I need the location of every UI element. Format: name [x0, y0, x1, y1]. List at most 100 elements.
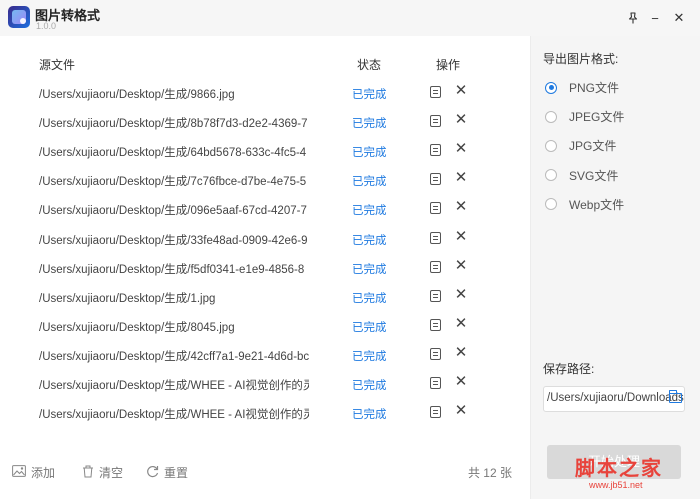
image-icon: [12, 465, 26, 480]
status-badge: 已完成: [352, 263, 387, 276]
title-bar: 图片转格式 1.0.0 − ✕: [0, 0, 700, 36]
column-header-source: 源文件: [39, 58, 76, 72]
delete-icon[interactable]: ✕: [454, 286, 468, 304]
delete-icon[interactable]: ✕: [454, 257, 468, 275]
edit-icon[interactable]: [430, 86, 441, 98]
file-path: /Users/xujiaoru/Desktop/生成/8045.jpg: [39, 321, 235, 334]
file-path: /Users/xujiaoru/Desktop/生成/64bd5678-633c…: [39, 147, 307, 160]
edit-icon[interactable]: [430, 377, 441, 389]
status-badge: 已完成: [352, 176, 387, 189]
format-option[interactable]: Webp文件: [545, 196, 624, 213]
delete-icon[interactable]: ✕: [454, 228, 468, 246]
radio-icon[interactable]: [545, 139, 557, 152]
app-version: 1.0.0: [36, 21, 57, 31]
watermark-title: 脚本之家: [575, 456, 663, 480]
status-badge: 已完成: [352, 380, 387, 392]
file-path: /Users/xujiaoru/Desktop/生成/WHEE - AI视觉创作…: [39, 409, 309, 422]
radio-icon[interactable]: [545, 110, 557, 123]
file-path: /Users/xujiaoru/Desktop/生成/42cff7a1-9e21…: [39, 350, 309, 363]
edit-icon[interactable]: [430, 144, 441, 157]
radio-icon[interactable]: [545, 169, 557, 182]
table-row: /Users/xujiaoru/Desktop/生成/8b78f7d3-d2e2…: [0, 107, 530, 136]
clear-label: 清空: [99, 466, 124, 480]
pin-icon[interactable]: [624, 9, 642, 27]
edit-icon[interactable]: [430, 115, 441, 128]
delete-icon[interactable]: ✕: [454, 402, 468, 420]
format-option-label: SVG文件: [569, 168, 619, 183]
table-row: /Users/xujiaoru/Desktop/生成/9866.jpg 已完成 ✕: [0, 78, 530, 107]
file-count: 共 12 张: [467, 466, 512, 480]
table-row: /Users/xujiaoru/Desktop/生成/WHEE - AI视觉创作…: [0, 398, 530, 427]
format-option[interactable]: PNG文件: [545, 79, 619, 96]
file-path: /Users/xujiaoru/Desktop/生成/1.jpg: [39, 292, 216, 305]
table-row: /Users/xujiaoru/Desktop/生成/33fe48ad-0909…: [0, 224, 530, 253]
status-badge: 已完成: [352, 205, 387, 218]
clear-button[interactable]: 清空: [82, 464, 123, 481]
delete-icon[interactable]: ✕: [454, 111, 468, 129]
table-row: /Users/xujiaoru/Desktop/生成/WHEE - AI视觉创作…: [0, 369, 530, 398]
file-path: /Users/xujiaoru/Desktop/生成/9866.jpg: [39, 89, 235, 101]
format-option-label: PNG文件: [569, 81, 620, 95]
delete-icon[interactable]: ✕: [454, 169, 468, 187]
edit-icon[interactable]: [430, 231, 441, 244]
add-label: 添加: [31, 466, 56, 480]
app-logo-icon: [8, 6, 30, 28]
add-button[interactable]: 添加: [12, 464, 55, 481]
delete-icon[interactable]: ✕: [454, 82, 468, 100]
refresh-icon: [146, 465, 159, 481]
status-badge: 已完成: [352, 234, 387, 247]
file-list-panel: 源文件 状态 操作 /Users/xujiaoru/Desktop/生成/986…: [0, 36, 530, 499]
radio-icon[interactable]: [545, 81, 557, 94]
file-path: /Users/xujiaoru/Desktop/生成/33fe48ad-0909…: [39, 234, 308, 247]
format-option-label: JPG文件: [569, 139, 617, 154]
save-path-input[interactable]: /Users/xujiaoru/Downloads: [543, 386, 685, 412]
status-badge: 已完成: [352, 409, 387, 422]
format-option-label: Webp文件: [569, 197, 625, 212]
edit-icon[interactable]: [430, 260, 441, 273]
edit-icon[interactable]: [430, 406, 441, 419]
column-header-action: 操作: [436, 58, 461, 72]
format-option[interactable]: SVG文件: [545, 167, 618, 184]
delete-icon[interactable]: ✕: [454, 198, 468, 216]
format-label: 导出图片格式:: [543, 52, 619, 66]
status-badge: 已完成: [352, 292, 387, 305]
edit-icon[interactable]: [430, 318, 441, 331]
column-header-status: 状态: [357, 58, 382, 72]
status-badge: 已完成: [352, 89, 387, 101]
reset-label: 重置: [164, 466, 189, 480]
footer-toolbar: 添加 清空 重置 共 12 张: [0, 456, 530, 496]
file-path: /Users/xujiaoru/Desktop/生成/8b78f7d3-d2e2…: [39, 118, 308, 131]
delete-icon[interactable]: ✕: [454, 140, 468, 158]
radio-icon[interactable]: [545, 198, 557, 211]
table-row: /Users/xujiaoru/Desktop/生成/096e5aaf-67cd…: [0, 194, 530, 223]
file-path: /Users/xujiaoru/Desktop/生成/096e5aaf-67cd…: [39, 205, 307, 218]
table-row: /Users/xujiaoru/Desktop/生成/f5df0341-e1e9…: [0, 253, 530, 282]
edit-icon[interactable]: [430, 347, 441, 360]
status-badge: 已完成: [352, 350, 387, 363]
edit-icon[interactable]: [430, 202, 441, 215]
settings-sidebar: 导出图片格式: PNG文件 JPEG文件 JPG文件 SVG文件 Webp文件 保存路径…: [530, 36, 700, 499]
watermark: 脚本之家 www.jb51.net: [575, 450, 700, 499]
close-button[interactable]: ✕: [670, 9, 688, 27]
format-option[interactable]: JPG文件: [545, 137, 616, 154]
status-badge: 已完成: [352, 321, 387, 334]
folder-icon[interactable]: [668, 390, 682, 403]
table-row: /Users/xujiaoru/Desktop/生成/42cff7a1-9e21…: [0, 340, 530, 369]
format-option[interactable]: JPEG文件: [545, 108, 624, 125]
minimize-button[interactable]: −: [646, 9, 664, 27]
table-row: /Users/xujiaoru/Desktop/生成/8045.jpg 已完成 ✕: [0, 311, 530, 340]
status-badge: 已完成: [352, 118, 387, 131]
format-option-label: JPEG文件: [569, 110, 625, 125]
delete-icon[interactable]: ✕: [454, 373, 468, 391]
edit-icon[interactable]: [430, 173, 441, 186]
delete-icon[interactable]: ✕: [454, 315, 468, 333]
reset-button[interactable]: 重置: [146, 464, 188, 481]
file-path: /Users/xujiaoru/Desktop/生成/WHEE - AI视觉创作…: [39, 380, 309, 392]
file-path: /Users/xujiaoru/Desktop/生成/f5df0341-e1e9…: [39, 263, 305, 276]
delete-icon[interactable]: ✕: [454, 344, 468, 362]
watermark-url: www.jb51.net: [589, 480, 643, 490]
trash-icon: [82, 465, 94, 481]
save-path-label: 保存路径:: [543, 362, 595, 376]
table-row: /Users/xujiaoru/Desktop/生成/1.jpg 已完成 ✕: [0, 282, 530, 311]
edit-icon[interactable]: [430, 289, 441, 302]
